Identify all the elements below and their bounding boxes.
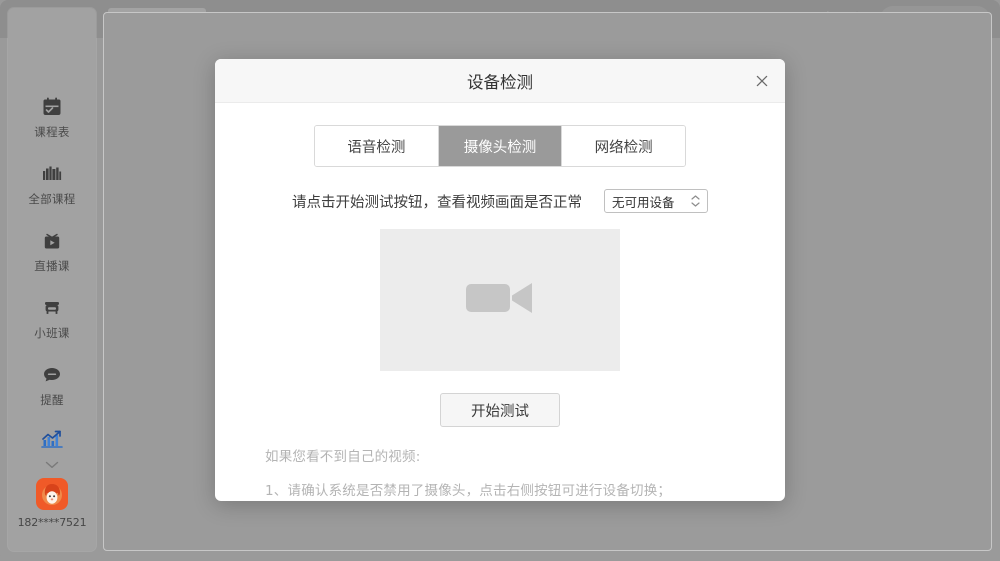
start-test-button[interactable]: 开始测试 xyxy=(440,393,560,427)
sidebar-item-small-class[interactable]: 小班课 xyxy=(8,285,96,352)
sidebar-item-schedule[interactable]: 课程表 xyxy=(8,84,96,151)
video-preview-area xyxy=(380,229,620,371)
tv-play-icon xyxy=(39,229,65,253)
chevron-down-icon[interactable] xyxy=(45,456,59,474)
video-camera-icon xyxy=(464,274,536,327)
sidebar-item-label: 小班课 xyxy=(34,326,70,340)
calendar-check-icon xyxy=(39,95,65,119)
tab-audio-test[interactable]: 语音检测 xyxy=(315,126,439,166)
phone-number-label: 182****7521 xyxy=(17,516,87,529)
help-heading: 如果您看不到自己的视频: xyxy=(265,449,421,465)
help-text-block: 如果您看不到自己的视频: 1、请确认系统是否禁用了摄像头，点击右侧按钮可进行设备… xyxy=(265,445,785,501)
sidebar-item-label: 全部课程 xyxy=(28,192,76,206)
classroom-icon xyxy=(39,296,65,320)
device-select-value: 无可用设备 xyxy=(612,194,675,210)
books-icon xyxy=(39,162,65,186)
sidebar-footer: 182****7521 xyxy=(8,429,96,529)
close-icon[interactable] xyxy=(749,68,775,94)
sidebar-item-all-courses[interactable]: 全部课程 xyxy=(8,151,96,218)
chevron-up-down-icon xyxy=(691,195,700,207)
device-test-dialog: 设备检测 语音检测 摄像头检测 网络检测 请点击开始测试按钮，查看视频画面是否正… xyxy=(215,59,785,501)
instruction-text: 请点击开始测试按钮，查看视频画面是否正常 xyxy=(292,194,582,211)
app-window: 课程表 全部课程 直播课 小班课 提醒 182****7521 设备检测 语音检… xyxy=(0,0,1000,561)
instruction-row: 请点击开始测试按钮，查看视频画面是否正常 无可用设备 xyxy=(215,189,785,213)
sidebar-item-label: 课程表 xyxy=(34,125,70,139)
tab-camera-test[interactable]: 摄像头检测 xyxy=(438,126,563,166)
test-tab-group: 语音检测 摄像头检测 网络检测 xyxy=(314,125,686,167)
avatar[interactable] xyxy=(36,478,68,510)
sidebar-item-reminder[interactable]: 提醒 xyxy=(8,352,96,419)
sidebar-item-label: 直播课 xyxy=(34,259,70,273)
dialog-header: 设备检测 xyxy=(215,59,785,103)
sidebar-item-label: 提醒 xyxy=(40,393,64,407)
chart-trend-icon[interactable] xyxy=(39,429,65,451)
help-line-1: 1、请确认系统是否禁用了摄像头，点击右侧按钮可进行设备切换； xyxy=(265,483,672,499)
dialog-title: 设备检测 xyxy=(467,72,533,92)
sidebar-item-live-class[interactable]: 直播课 xyxy=(8,218,96,285)
tab-network-test[interactable]: 网络检测 xyxy=(562,126,685,166)
sidebar-nav-list: 课程表 全部课程 直播课 小班课 提醒 xyxy=(8,8,96,419)
camera-device-select[interactable]: 无可用设备 xyxy=(604,189,708,213)
chat-bubble-icon xyxy=(39,363,65,387)
sidebar: 课程表 全部课程 直播课 小班课 提醒 182****7521 xyxy=(8,8,96,551)
